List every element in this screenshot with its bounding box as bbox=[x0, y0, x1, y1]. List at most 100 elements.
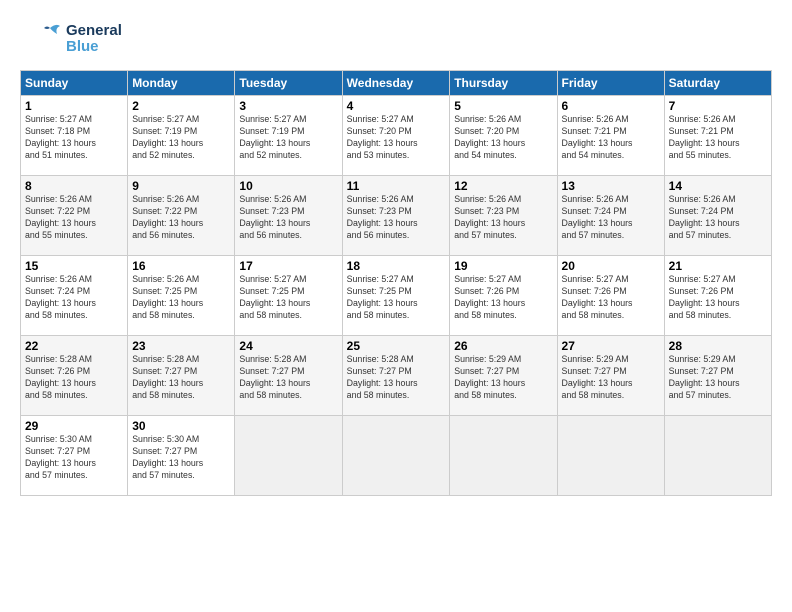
calendar-cell: 1Sunrise: 5:27 AM Sunset: 7:18 PM Daylig… bbox=[21, 96, 128, 176]
calendar-header-tuesday: Tuesday bbox=[235, 71, 342, 96]
day-info: Sunrise: 5:26 AM Sunset: 7:23 PM Dayligh… bbox=[347, 194, 446, 242]
logo-blue-text: Blue bbox=[66, 39, 122, 56]
calendar-cell: 4Sunrise: 5:27 AM Sunset: 7:20 PM Daylig… bbox=[342, 96, 450, 176]
day-info: Sunrise: 5:26 AM Sunset: 7:23 PM Dayligh… bbox=[239, 194, 337, 242]
day-info: Sunrise: 5:26 AM Sunset: 7:24 PM Dayligh… bbox=[562, 194, 660, 242]
day-info: Sunrise: 5:26 AM Sunset: 7:22 PM Dayligh… bbox=[132, 194, 230, 242]
day-number: 19 bbox=[454, 259, 552, 273]
day-number: 1 bbox=[25, 99, 123, 113]
calendar-cell: 30Sunrise: 5:30 AM Sunset: 7:27 PM Dayli… bbox=[128, 416, 235, 496]
day-number: 14 bbox=[669, 179, 767, 193]
day-number: 22 bbox=[25, 339, 123, 353]
day-info: Sunrise: 5:26 AM Sunset: 7:24 PM Dayligh… bbox=[669, 194, 767, 242]
logo-general-text: General bbox=[66, 23, 122, 40]
calendar-cell: 26Sunrise: 5:29 AM Sunset: 7:27 PM Dayli… bbox=[450, 336, 557, 416]
calendar-header-monday: Monday bbox=[128, 71, 235, 96]
day-info: Sunrise: 5:26 AM Sunset: 7:22 PM Dayligh… bbox=[25, 194, 123, 242]
day-number: 7 bbox=[669, 99, 767, 113]
calendar-cell: 20Sunrise: 5:27 AM Sunset: 7:26 PM Dayli… bbox=[557, 256, 664, 336]
calendar-cell: 11Sunrise: 5:26 AM Sunset: 7:23 PM Dayli… bbox=[342, 176, 450, 256]
day-number: 16 bbox=[132, 259, 230, 273]
day-info: Sunrise: 5:26 AM Sunset: 7:23 PM Dayligh… bbox=[454, 194, 552, 242]
calendar-cell: 16Sunrise: 5:26 AM Sunset: 7:25 PM Dayli… bbox=[128, 256, 235, 336]
day-number: 18 bbox=[347, 259, 446, 273]
calendar-cell: 29Sunrise: 5:30 AM Sunset: 7:27 PM Dayli… bbox=[21, 416, 128, 496]
calendar-header-saturday: Saturday bbox=[664, 71, 771, 96]
day-number: 11 bbox=[347, 179, 446, 193]
calendar-cell: 3Sunrise: 5:27 AM Sunset: 7:19 PM Daylig… bbox=[235, 96, 342, 176]
day-number: 20 bbox=[562, 259, 660, 273]
day-info: Sunrise: 5:26 AM Sunset: 7:24 PM Dayligh… bbox=[25, 274, 123, 322]
calendar-cell: 12Sunrise: 5:26 AM Sunset: 7:23 PM Dayli… bbox=[450, 176, 557, 256]
day-number: 5 bbox=[454, 99, 552, 113]
calendar-header-thursday: Thursday bbox=[450, 71, 557, 96]
day-info: Sunrise: 5:27 AM Sunset: 7:26 PM Dayligh… bbox=[562, 274, 660, 322]
calendar-cell: 15Sunrise: 5:26 AM Sunset: 7:24 PM Dayli… bbox=[21, 256, 128, 336]
day-info: Sunrise: 5:27 AM Sunset: 7:19 PM Dayligh… bbox=[239, 114, 337, 162]
day-number: 28 bbox=[669, 339, 767, 353]
day-info: Sunrise: 5:28 AM Sunset: 7:26 PM Dayligh… bbox=[25, 354, 123, 402]
day-info: Sunrise: 5:29 AM Sunset: 7:27 PM Dayligh… bbox=[454, 354, 552, 402]
day-number: 15 bbox=[25, 259, 123, 273]
logo-svg bbox=[20, 18, 62, 60]
day-info: Sunrise: 5:28 AM Sunset: 7:27 PM Dayligh… bbox=[239, 354, 337, 402]
calendar-cell: 18Sunrise: 5:27 AM Sunset: 7:25 PM Dayli… bbox=[342, 256, 450, 336]
calendar-cell: 5Sunrise: 5:26 AM Sunset: 7:20 PM Daylig… bbox=[450, 96, 557, 176]
calendar-row-2: 15Sunrise: 5:26 AM Sunset: 7:24 PM Dayli… bbox=[21, 256, 772, 336]
calendar-header-wednesday: Wednesday bbox=[342, 71, 450, 96]
day-info: Sunrise: 5:26 AM Sunset: 7:20 PM Dayligh… bbox=[454, 114, 552, 162]
calendar-cell bbox=[557, 416, 664, 496]
day-number: 4 bbox=[347, 99, 446, 113]
calendar-cell: 13Sunrise: 5:26 AM Sunset: 7:24 PM Dayli… bbox=[557, 176, 664, 256]
day-info: Sunrise: 5:27 AM Sunset: 7:26 PM Dayligh… bbox=[454, 274, 552, 322]
calendar-cell: 25Sunrise: 5:28 AM Sunset: 7:27 PM Dayli… bbox=[342, 336, 450, 416]
day-number: 25 bbox=[347, 339, 446, 353]
calendar-row-1: 8Sunrise: 5:26 AM Sunset: 7:22 PM Daylig… bbox=[21, 176, 772, 256]
day-info: Sunrise: 5:28 AM Sunset: 7:27 PM Dayligh… bbox=[132, 354, 230, 402]
day-info: Sunrise: 5:30 AM Sunset: 7:27 PM Dayligh… bbox=[25, 434, 123, 482]
calendar-cell bbox=[450, 416, 557, 496]
calendar-cell: 7Sunrise: 5:26 AM Sunset: 7:21 PM Daylig… bbox=[664, 96, 771, 176]
day-info: Sunrise: 5:27 AM Sunset: 7:26 PM Dayligh… bbox=[669, 274, 767, 322]
calendar-cell: 14Sunrise: 5:26 AM Sunset: 7:24 PM Dayli… bbox=[664, 176, 771, 256]
day-info: Sunrise: 5:30 AM Sunset: 7:27 PM Dayligh… bbox=[132, 434, 230, 482]
day-number: 2 bbox=[132, 99, 230, 113]
day-number: 10 bbox=[239, 179, 337, 193]
day-number: 13 bbox=[562, 179, 660, 193]
day-number: 3 bbox=[239, 99, 337, 113]
calendar-row-3: 22Sunrise: 5:28 AM Sunset: 7:26 PM Dayli… bbox=[21, 336, 772, 416]
day-number: 30 bbox=[132, 419, 230, 433]
day-number: 9 bbox=[132, 179, 230, 193]
day-info: Sunrise: 5:29 AM Sunset: 7:27 PM Dayligh… bbox=[669, 354, 767, 402]
page: General Blue SundayMondayTuesdayWednesda… bbox=[0, 0, 792, 612]
calendar-cell: 22Sunrise: 5:28 AM Sunset: 7:26 PM Dayli… bbox=[21, 336, 128, 416]
calendar-cell bbox=[342, 416, 450, 496]
calendar-cell: 28Sunrise: 5:29 AM Sunset: 7:27 PM Dayli… bbox=[664, 336, 771, 416]
day-info: Sunrise: 5:27 AM Sunset: 7:25 PM Dayligh… bbox=[347, 274, 446, 322]
logo: General Blue bbox=[20, 18, 122, 60]
calendar-header-sunday: Sunday bbox=[21, 71, 128, 96]
day-info: Sunrise: 5:26 AM Sunset: 7:21 PM Dayligh… bbox=[669, 114, 767, 162]
calendar-header-friday: Friday bbox=[557, 71, 664, 96]
calendar-cell: 2Sunrise: 5:27 AM Sunset: 7:19 PM Daylig… bbox=[128, 96, 235, 176]
calendar-cell: 9Sunrise: 5:26 AM Sunset: 7:22 PM Daylig… bbox=[128, 176, 235, 256]
calendar-cell bbox=[235, 416, 342, 496]
day-info: Sunrise: 5:28 AM Sunset: 7:27 PM Dayligh… bbox=[347, 354, 446, 402]
calendar-cell: 23Sunrise: 5:28 AM Sunset: 7:27 PM Dayli… bbox=[128, 336, 235, 416]
calendar-row-4: 29Sunrise: 5:30 AM Sunset: 7:27 PM Dayli… bbox=[21, 416, 772, 496]
day-info: Sunrise: 5:27 AM Sunset: 7:19 PM Dayligh… bbox=[132, 114, 230, 162]
day-info: Sunrise: 5:27 AM Sunset: 7:18 PM Dayligh… bbox=[25, 114, 123, 162]
day-number: 27 bbox=[562, 339, 660, 353]
calendar-header-row: SundayMondayTuesdayWednesdayThursdayFrid… bbox=[21, 71, 772, 96]
calendar-cell: 21Sunrise: 5:27 AM Sunset: 7:26 PM Dayli… bbox=[664, 256, 771, 336]
day-info: Sunrise: 5:26 AM Sunset: 7:25 PM Dayligh… bbox=[132, 274, 230, 322]
calendar-cell: 8Sunrise: 5:26 AM Sunset: 7:22 PM Daylig… bbox=[21, 176, 128, 256]
day-number: 8 bbox=[25, 179, 123, 193]
calendar-row-0: 1Sunrise: 5:27 AM Sunset: 7:18 PM Daylig… bbox=[21, 96, 772, 176]
calendar-table: SundayMondayTuesdayWednesdayThursdayFrid… bbox=[20, 70, 772, 496]
day-info: Sunrise: 5:27 AM Sunset: 7:20 PM Dayligh… bbox=[347, 114, 446, 162]
day-number: 29 bbox=[25, 419, 123, 433]
calendar-cell: 6Sunrise: 5:26 AM Sunset: 7:21 PM Daylig… bbox=[557, 96, 664, 176]
day-info: Sunrise: 5:26 AM Sunset: 7:21 PM Dayligh… bbox=[562, 114, 660, 162]
day-info: Sunrise: 5:29 AM Sunset: 7:27 PM Dayligh… bbox=[562, 354, 660, 402]
